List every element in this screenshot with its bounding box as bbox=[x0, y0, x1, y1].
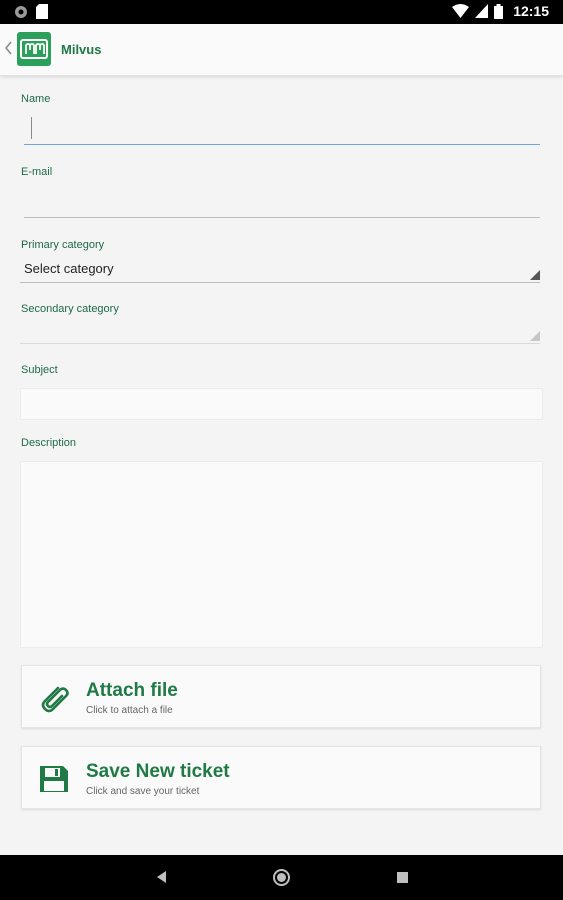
name-label: Name bbox=[21, 93, 51, 105]
save-ticket-button[interactable]: Save New ticket Click and save your tick… bbox=[21, 746, 541, 809]
paperclip-icon bbox=[41, 686, 69, 713]
attach-file-title: Attach file bbox=[86, 680, 178, 701]
secondary-category-select[interactable] bbox=[20, 318, 540, 344]
dropdown-arrow-icon bbox=[530, 331, 540, 341]
text-cursor bbox=[31, 117, 32, 139]
floppy-disk-icon bbox=[40, 766, 68, 792]
navigation-bar bbox=[0, 855, 563, 900]
primary-category-selected: Select category bbox=[24, 261, 114, 276]
subject-input[interactable] bbox=[20, 388, 543, 420]
signal-icon bbox=[475, 4, 489, 18]
sd-card-icon bbox=[36, 4, 48, 19]
status-right-icons: 12:15 bbox=[452, 3, 549, 19]
wifi-icon bbox=[452, 4, 470, 18]
recents-square-icon[interactable] bbox=[397, 872, 408, 883]
circle-notification-icon bbox=[15, 5, 27, 18]
back-triangle-icon[interactable] bbox=[157, 871, 166, 883]
dropdown-arrow-icon bbox=[530, 270, 540, 280]
name-input[interactable] bbox=[24, 115, 540, 145]
attach-file-subtitle: Click to attach a file bbox=[86, 705, 173, 716]
app-bar: Milvus bbox=[0, 24, 563, 76]
status-left-icons bbox=[14, 4, 48, 19]
save-ticket-subtitle: Click and save your ticket bbox=[86, 786, 200, 797]
battery-icon bbox=[494, 3, 504, 19]
save-ticket-title: Save New ticket bbox=[86, 761, 230, 782]
email-label: E-mail bbox=[21, 166, 53, 178]
status-time: 12:15 bbox=[513, 3, 549, 19]
description-label: Description bbox=[21, 437, 77, 449]
subject-label: Subject bbox=[21, 364, 58, 376]
home-circle-icon[interactable] bbox=[273, 869, 290, 886]
secondary-category-label: Secondary category bbox=[21, 303, 119, 315]
email-input[interactable] bbox=[24, 188, 540, 218]
description-textarea[interactable] bbox=[20, 461, 543, 648]
primary-category-select[interactable]: Select category bbox=[20, 257, 540, 283]
attach-file-button[interactable]: Attach file Click to attach a file bbox=[21, 665, 541, 728]
status-bar: 12:15 bbox=[0, 0, 563, 24]
chevron-left-icon[interactable] bbox=[3, 38, 15, 58]
milvus-logo-icon[interactable] bbox=[17, 32, 51, 66]
primary-category-label: Primary category bbox=[21, 239, 105, 251]
app-title: Milvus bbox=[61, 42, 102, 57]
